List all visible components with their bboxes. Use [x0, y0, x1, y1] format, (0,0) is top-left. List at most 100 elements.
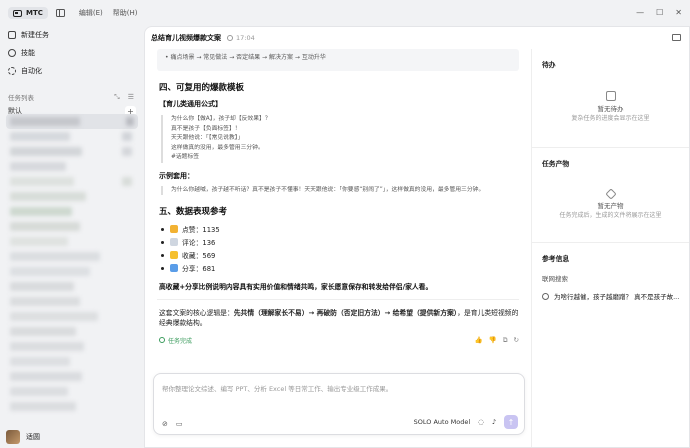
globe-icon — [542, 292, 549, 300]
check-icon — [159, 337, 165, 343]
sidebar-toggle-icon[interactable] — [55, 9, 65, 17]
app-logo[interactable]: MTC — [8, 7, 48, 19]
task-item[interactable] — [0, 219, 144, 234]
example-title: 示例套用： — [159, 171, 194, 180]
list-icon — [605, 91, 616, 101]
user-profile[interactable]: 适圆 — [6, 430, 40, 444]
task-item[interactable] — [0, 204, 144, 219]
summary-text: 这套文案的核心逻辑是：先共情（理解家长不易）→ 再破防（否定旧方法）→ 给希望（… — [159, 308, 519, 327]
reference-title: 参考信息 — [542, 255, 570, 263]
list-item: 点赞：1135 — [161, 223, 519, 236]
app-name: MTC — [26, 9, 43, 17]
task-item[interactable] — [0, 399, 144, 414]
like-icon[interactable]: 👍 — [475, 336, 483, 345]
retry-icon[interactable]: ↻ — [514, 336, 519, 345]
todo-empty: 暂无待办 复杂任务的进度会显示在这里 — [542, 91, 679, 123]
task-item[interactable] — [0, 189, 144, 204]
task-item[interactable] — [0, 339, 144, 354]
task-item[interactable] — [0, 384, 144, 399]
send-button[interactable]: ↑ — [504, 415, 518, 429]
quote-line: 真不是孩子【负面标签】！ — [171, 125, 241, 132]
task-item[interactable] — [0, 294, 144, 309]
minimize-button[interactable]: — — [636, 8, 644, 17]
example-quote: 为什么你越喊，孩子越不听话？真不是孩子不懂事！天天跟他说：「你要感“别闹了”」，… — [161, 185, 519, 195]
collapse-icon[interactable]: ⤡ — [114, 93, 120, 102]
quote-line: #话题标签 — [171, 154, 200, 160]
task-item[interactable] — [0, 309, 144, 324]
maximize-button[interactable]: ☐ — [656, 8, 663, 17]
task-item[interactable] — [0, 264, 144, 279]
task-item[interactable] — [0, 159, 144, 174]
menu-bar: 编辑(E) 帮助(H) — [79, 8, 148, 18]
window-controls: — ☐ ✕ — [636, 8, 682, 17]
star-icon — [170, 251, 178, 259]
page-title: 总结育儿视频爆款文案 — [151, 34, 221, 42]
right-panel: 待办 暂无待办 复杂任务的进度会显示在这里 任务产物 暂无产物 任务完成后，生成… — [531, 49, 689, 447]
menu-edit[interactable]: 编辑(E) — [79, 8, 103, 18]
file-icon[interactable]: ▭ — [176, 420, 183, 428]
sidebar-item-skills[interactable]: 技能 — [0, 44, 144, 62]
task-item[interactable] — [0, 129, 144, 144]
task-item[interactable] — [0, 144, 144, 159]
divider — [157, 298, 519, 300]
task-list-label: 任务列表 — [8, 94, 34, 102]
quote-line: 这样做真的没用，最多管用三分钟。 — [171, 144, 264, 151]
chat-mode-icon[interactable]: ◌ — [478, 418, 484, 426]
status-row: 任务完成 👍 👎 ⧉ ↻ — [157, 336, 519, 345]
task-time: 17:04 — [227, 34, 255, 42]
task-item[interactable] — [0, 249, 144, 264]
task-item[interactable] — [0, 324, 144, 339]
automation-icon — [8, 67, 16, 75]
avatar — [6, 430, 20, 444]
task-item[interactable] — [0, 369, 144, 384]
comment-icon — [170, 238, 178, 246]
thumbs-up-icon — [170, 225, 178, 233]
close-button[interactable]: ✕ — [675, 8, 682, 17]
panel-toggle-icon[interactable] — [672, 34, 681, 41]
task-item[interactable] — [0, 354, 144, 369]
quote-line: 天天跟他说：「【常见说教】」 — [171, 135, 244, 141]
user-name: 适圆 — [26, 433, 40, 441]
insight-text: 高收藏+分享比例说明内容具有实用价值和情绪共鸣，家长愿意保存和转发给伴侣/家人看… — [159, 282, 433, 291]
chat-content: • 痛点场景 → 常见做法 → 否定结果 → 解决方案 → 互动升华 四、可复用… — [145, 49, 531, 395]
sidebar-item-automation[interactable]: 自动化 — [0, 62, 144, 80]
task-header: 总结育儿视频爆款文案 17:04 — [145, 27, 531, 49]
clock-icon — [227, 35, 233, 41]
cube-icon — [604, 188, 617, 200]
new-task-icon — [8, 31, 16, 39]
code-block-text: • 痛点场景 → 常见做法 → 否定结果 → 解决方案 → 互动升华 — [165, 54, 326, 61]
output-empty: 暂无产物 任务完成后，生成的文件将展示在这里 — [542, 188, 679, 220]
reference-link[interactable]: 为啥行越催，孩子越磨蹭？ 真不是孩子故... — [542, 291, 679, 301]
todo-title: 待办 — [542, 61, 556, 69]
filter-icon[interactable]: ☰ — [128, 93, 134, 102]
task-item[interactable] — [0, 279, 144, 294]
time-label: 17:04 — [236, 34, 255, 42]
microphone-icon[interactable]: ♪ — [492, 418, 496, 426]
formula-title: 【育儿类通用公式】 — [159, 100, 222, 108]
code-block: • 痛点场景 → 常见做法 → 否定结果 → 解决方案 → 互动升华 — [157, 49, 519, 71]
task-item[interactable] — [0, 174, 144, 189]
menu-help[interactable]: 帮助(H) — [113, 8, 138, 18]
status-badge: 任务完成 — [159, 336, 192, 345]
sidebar-item-label: 技能 — [21, 49, 35, 57]
logo-icon — [13, 9, 22, 17]
main-panel: 总结育儿视频爆款文案 17:04 • 痛点场景 → 常见做法 → 否定结果 → … — [144, 26, 690, 448]
attach-icon[interactable]: ⊘ — [162, 420, 168, 428]
task-item[interactable] — [0, 234, 144, 249]
dislike-icon[interactable]: 👎 — [489, 336, 497, 345]
sidebar: 新建任务 技能 自动化 任务列表 ⤡ ☰ 默认 + 适圆 — [0, 26, 144, 448]
copy-icon[interactable]: ⧉ — [503, 336, 508, 345]
section-heading: 五、数据表现参考 — [159, 206, 228, 217]
title-bar: MTC 编辑(E) 帮助(H) — ☐ ✕ — [0, 0, 690, 26]
task-item[interactable] — [6, 114, 138, 129]
model-selector[interactable]: SOLO Auto Model — [414, 418, 471, 426]
sidebar-item-new-task[interactable]: 新建任务 — [0, 26, 144, 44]
formula-quote: 为什么你【做A】，孩子却【反效果】？ 真不是孩子【负面标签】！ 天天跟他说：「【… — [161, 115, 519, 163]
message-input[interactable]: 帮你整理论文综述、编写 PPT、分析 Excel 等日常工作、输出专业级工作成果… — [153, 373, 525, 435]
web-search-label: 联网搜索 — [542, 275, 568, 283]
task-list-header: 任务列表 ⤡ ☰ — [0, 90, 144, 104]
quote-line: 为什么你【做A】，孩子却【反效果】？ — [171, 116, 271, 122]
list-item: 分享：681 — [161, 262, 519, 275]
feedback-actions: 👍 👎 ⧉ ↻ — [475, 336, 519, 345]
task-list — [0, 114, 144, 414]
